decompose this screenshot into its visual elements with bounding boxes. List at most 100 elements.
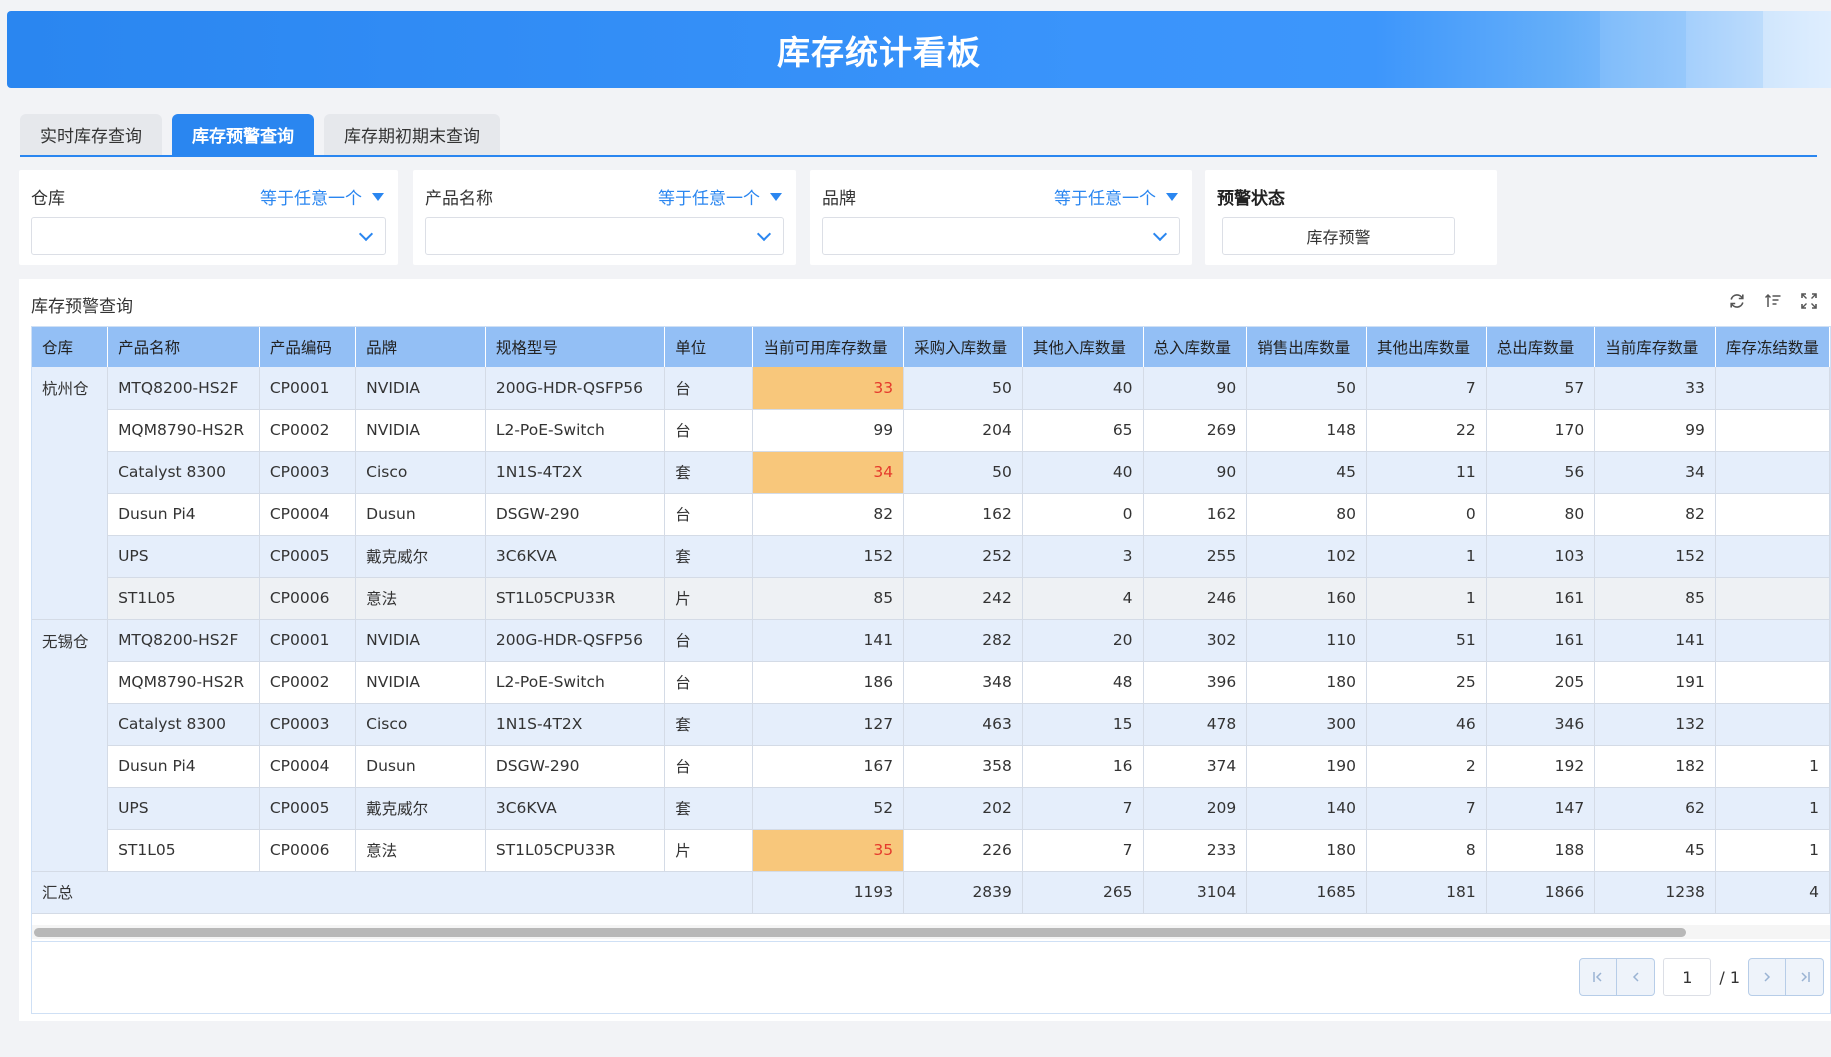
cell-current: 99 bbox=[1594, 409, 1716, 452]
table-row[interactable]: Dusun Pi4 CP0004 Dusun DSGW-290 台 82 162 0 162 80… bbox=[32, 493, 1830, 536]
summary-total_in: 3104 bbox=[1143, 871, 1248, 914]
table-row[interactable]: Catalyst 8300 CP0003 Cisco 1N1S-4T2X 套 34 50 40… bbox=[32, 451, 1830, 494]
column-header[interactable]: 产品编码 bbox=[259, 327, 357, 367]
cell-other_out: 1 bbox=[1366, 577, 1487, 620]
banner-decoration bbox=[1686, 11, 1763, 88]
column-header[interactable]: 其他入库数量 bbox=[1022, 327, 1144, 367]
brand-select[interactable] bbox=[822, 217, 1180, 255]
cell-current: 85 bbox=[1594, 577, 1716, 620]
cell-name: MQM8790-HS2R bbox=[107, 661, 260, 704]
warehouse-select[interactable] bbox=[31, 217, 386, 255]
prev-page-icon[interactable] bbox=[1617, 958, 1656, 996]
cell-sales_out: 45 bbox=[1246, 451, 1367, 494]
refresh-icon[interactable] bbox=[1727, 291, 1747, 311]
cell-unit: 台 bbox=[664, 619, 754, 662]
tab-period-inventory[interactable]: 库存期初期末查询 bbox=[324, 114, 500, 155]
cell-spec: 200G-HDR-QSFP56 bbox=[485, 367, 666, 410]
cell-purchase_in: 463 bbox=[903, 703, 1023, 746]
tab-inventory-warning[interactable]: 库存预警查询 bbox=[172, 114, 314, 155]
column-header[interactable]: 单位 bbox=[664, 327, 754, 367]
cell-name: MQM8790-HS2R bbox=[107, 409, 260, 452]
cell-frozen bbox=[1715, 661, 1830, 704]
column-header[interactable]: 总出库数量 bbox=[1486, 327, 1596, 367]
column-header[interactable]: 销售出库数量 bbox=[1246, 327, 1367, 367]
cell-brand: Cisco bbox=[355, 451, 486, 494]
column-header[interactable]: 其他出库数量 bbox=[1366, 327, 1487, 367]
cell-other_in: 7 bbox=[1022, 829, 1144, 872]
filter-warning-status: 预警状态 库存预警 bbox=[1205, 170, 1497, 265]
horizontal-scrollbar[interactable] bbox=[32, 925, 1830, 939]
fullscreen-icon[interactable] bbox=[1799, 291, 1819, 311]
cell-current: 34 bbox=[1594, 451, 1716, 494]
divider bbox=[32, 941, 1830, 942]
filter-brand: 品牌 等于任意一个 bbox=[810, 170, 1192, 265]
column-header[interactable]: 品牌 bbox=[355, 327, 486, 367]
cell-purchase_in: 162 bbox=[903, 493, 1023, 536]
cell-total_in: 269 bbox=[1143, 409, 1248, 452]
first-page-icon[interactable] bbox=[1579, 958, 1618, 996]
tab-realtime-inventory[interactable]: 实时库存查询 bbox=[20, 114, 162, 155]
panel-title: 库存预警查询 bbox=[31, 297, 133, 317]
tab-bar: 实时库存查询 库存预警查询 库存期初期末查询 bbox=[20, 114, 1817, 157]
cell-name: MTQ8200-HS2F bbox=[107, 619, 260, 662]
cell-sales_out: 160 bbox=[1246, 577, 1367, 620]
column-header[interactable]: 规格型号 bbox=[485, 327, 666, 367]
cell-total_out: 80 bbox=[1486, 493, 1596, 536]
table-row[interactable]: Catalyst 8300 CP0003 Cisco 1N1S-4T2X 套 127 463… bbox=[32, 703, 1830, 746]
table-row[interactable]: MQM8790-HS2R CP0002 NVIDIA L2-PoE-Switch 台 99… bbox=[32, 409, 1830, 452]
cell-available: 152 bbox=[752, 535, 905, 578]
summary-available: 1193 bbox=[752, 871, 905, 914]
summary-row: 汇总 1193 2839 265 3104 1685 181 1866 1238 4 bbox=[32, 871, 1830, 914]
cell-other_in: 40 bbox=[1022, 367, 1144, 410]
table-row[interactable]: ST1L05 CP0006 意法 ST1L05CPU33R 片 35 226 7 233 180 8… bbox=[32, 829, 1830, 872]
cell-purchase_in: 348 bbox=[903, 661, 1023, 704]
cell-other_out: 8 bbox=[1366, 829, 1487, 872]
table-row[interactable]: UPS CP0005 戴克威尔 3C6KVA 套 152 252 3 255 102 1 103 152 bbox=[32, 535, 1830, 578]
scrollbar-thumb[interactable] bbox=[34, 928, 1686, 937]
product-name-select[interactable] bbox=[425, 217, 784, 255]
filter-operator-dropdown[interactable]: 等于任意一个 bbox=[1054, 184, 1178, 209]
column-header[interactable]: 当前可用库存数量 bbox=[752, 327, 905, 367]
cell-code: CP0005 bbox=[259, 535, 357, 578]
cell-other_in: 15 bbox=[1022, 703, 1144, 746]
page-number-input[interactable]: 1 bbox=[1663, 958, 1712, 996]
cell-frozen bbox=[1715, 619, 1830, 662]
cell-spec: L2-PoE-Switch bbox=[485, 409, 666, 452]
column-header[interactable]: 仓库 bbox=[32, 327, 109, 367]
cell-available: 34 bbox=[752, 451, 905, 494]
cell-other_out: 2 bbox=[1366, 745, 1487, 788]
table-row[interactable]: UPS CP0005 戴克威尔 3C6KVA 套 52 202 7 209 140 7 147 62 1 bbox=[32, 787, 1830, 830]
cell-other_out: 7 bbox=[1366, 787, 1487, 830]
sort-icon[interactable] bbox=[1763, 291, 1783, 311]
cell-available: 141 bbox=[752, 619, 905, 662]
cell-sales_out: 180 bbox=[1246, 661, 1367, 704]
cell-total_in: 255 bbox=[1143, 535, 1248, 578]
inventory-warning-button[interactable]: 库存预警 bbox=[1222, 217, 1455, 255]
column-header[interactable]: 采购入库数量 bbox=[903, 327, 1023, 367]
cell-available: 186 bbox=[752, 661, 905, 704]
cell-total_out: 192 bbox=[1486, 745, 1596, 788]
cell-code: CP0004 bbox=[259, 493, 357, 536]
cell-brand: 意法 bbox=[355, 829, 486, 872]
column-header[interactable]: 总入库数量 bbox=[1143, 327, 1248, 367]
filter-operator-dropdown[interactable]: 等于任意一个 bbox=[260, 184, 384, 209]
cell-other_in: 16 bbox=[1022, 745, 1144, 788]
cell-unit: 台 bbox=[664, 493, 754, 536]
cell-current: 33 bbox=[1594, 367, 1716, 410]
table-row[interactable]: ST1L05 CP0006 意法 ST1L05CPU33R 片 85 242 4 246 160 1… bbox=[32, 577, 1830, 620]
last-page-icon[interactable] bbox=[1786, 958, 1824, 996]
table-row[interactable]: Dusun Pi4 CP0004 Dusun DSGW-290 台 167 358 16 374… bbox=[32, 745, 1830, 788]
next-page-icon[interactable] bbox=[1748, 958, 1786, 996]
table-row[interactable]: 无锡仓 MTQ8200-HS2F CP0001 NVIDIA 200G-HDR-QSFP… bbox=[32, 619, 1830, 872]
column-header[interactable]: 库存冻结数量 bbox=[1715, 327, 1830, 367]
cell-total_in: 374 bbox=[1143, 745, 1248, 788]
column-header[interactable]: 当前库存数量 bbox=[1594, 327, 1716, 367]
filter-warehouse: 仓库 等于任意一个 bbox=[19, 170, 398, 265]
cell-brand: 戴克威尔 bbox=[355, 535, 486, 578]
filter-operator-dropdown[interactable]: 等于任意一个 bbox=[658, 184, 782, 209]
table-row[interactable]: MQM8790-HS2R CP0002 NVIDIA L2-PoE-Switch 台 18… bbox=[32, 661, 1830, 704]
cell-other_in: 65 bbox=[1022, 409, 1144, 452]
table-row[interactable]: 杭州仓 MTQ8200-HS2F CP0001 NVIDIA 200G-HDR-QSFP… bbox=[32, 367, 1830, 620]
column-header[interactable]: 产品名称 bbox=[107, 327, 260, 367]
cell-available: 82 bbox=[752, 493, 905, 536]
